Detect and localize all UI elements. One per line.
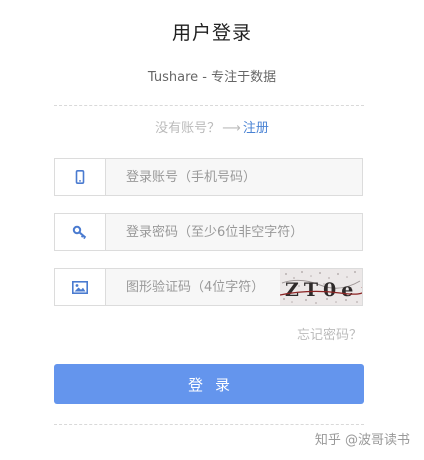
- phone-icon: [55, 159, 106, 195]
- login-button[interactable]: 登录: [54, 364, 364, 404]
- arrow-right-icon: ⟶: [222, 121, 241, 136]
- register-prompt: 没有账号？: [155, 121, 221, 136]
- top-divider: [54, 105, 364, 106]
- watermark-text: 知乎 @波哥读书: [314, 433, 410, 448]
- page-subtitle: Tushare - 专注于数据: [147, 70, 277, 85]
- bottom-divider: [54, 424, 364, 425]
- captcha-text: ZT0e: [285, 279, 358, 301]
- key-icon: [55, 214, 106, 250]
- password-input[interactable]: [106, 214, 361, 250]
- register-row: 没有账号？ ⟶ 注册: [0, 117, 424, 136]
- password-field: [54, 213, 363, 251]
- captcha-field: ZT0e: [54, 268, 363, 306]
- account-input[interactable]: [106, 159, 361, 195]
- captcha-image[interactable]: ZT0e: [280, 269, 362, 305]
- captcha-input[interactable]: [106, 269, 276, 305]
- account-field: [54, 158, 363, 196]
- forgot-password-link[interactable]: 忘记密码？: [297, 324, 362, 343]
- register-link[interactable]: 注册: [243, 121, 269, 136]
- page-title: 用户登录: [171, 22, 252, 44]
- image-icon: [55, 269, 106, 305]
